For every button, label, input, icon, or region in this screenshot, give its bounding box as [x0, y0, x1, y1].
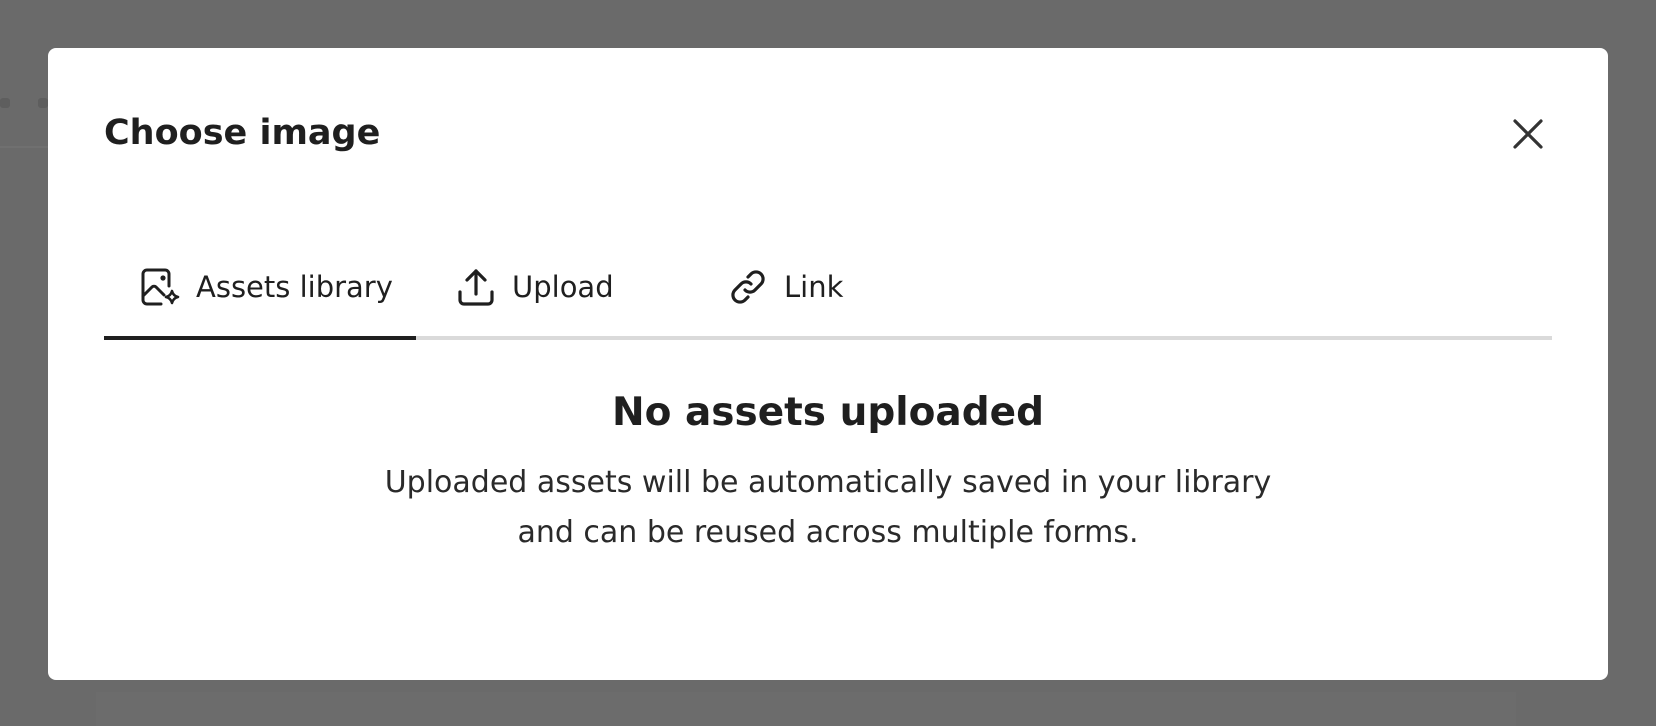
empty-state-description-line: and can be reused across multiple forms. [517, 515, 1139, 550]
tab-label: Assets library [196, 270, 393, 304]
tab-link[interactable]: Link [726, 248, 843, 340]
link-icon [726, 265, 770, 309]
close-button[interactable] [1506, 112, 1550, 156]
tab-label: Upload [512, 270, 614, 304]
empty-state-description: Uploaded assets will be automatically sa… [48, 458, 1608, 558]
upload-icon [454, 265, 498, 309]
empty-state-description-line: Uploaded assets will be automatically sa… [384, 465, 1272, 500]
image-sparkle-icon [138, 265, 182, 309]
empty-state-title: No assets uploaded [611, 390, 1045, 435]
empty-state: No assets uploaded Uploaded assets will … [48, 388, 1608, 558]
close-icon [1513, 119, 1543, 149]
background-divider [0, 146, 48, 148]
tab-label: Link [784, 270, 844, 304]
tab-bar: Assets library Upload Link [104, 248, 1552, 340]
choose-image-modal: Choose image Assets library Upload Link … [48, 48, 1608, 680]
tab-assets-library[interactable]: Assets library [138, 248, 393, 340]
modal-title: Choose image [104, 113, 381, 153]
tab-upload[interactable]: Upload [454, 248, 614, 340]
background-panel-hint [96, 692, 1516, 726]
